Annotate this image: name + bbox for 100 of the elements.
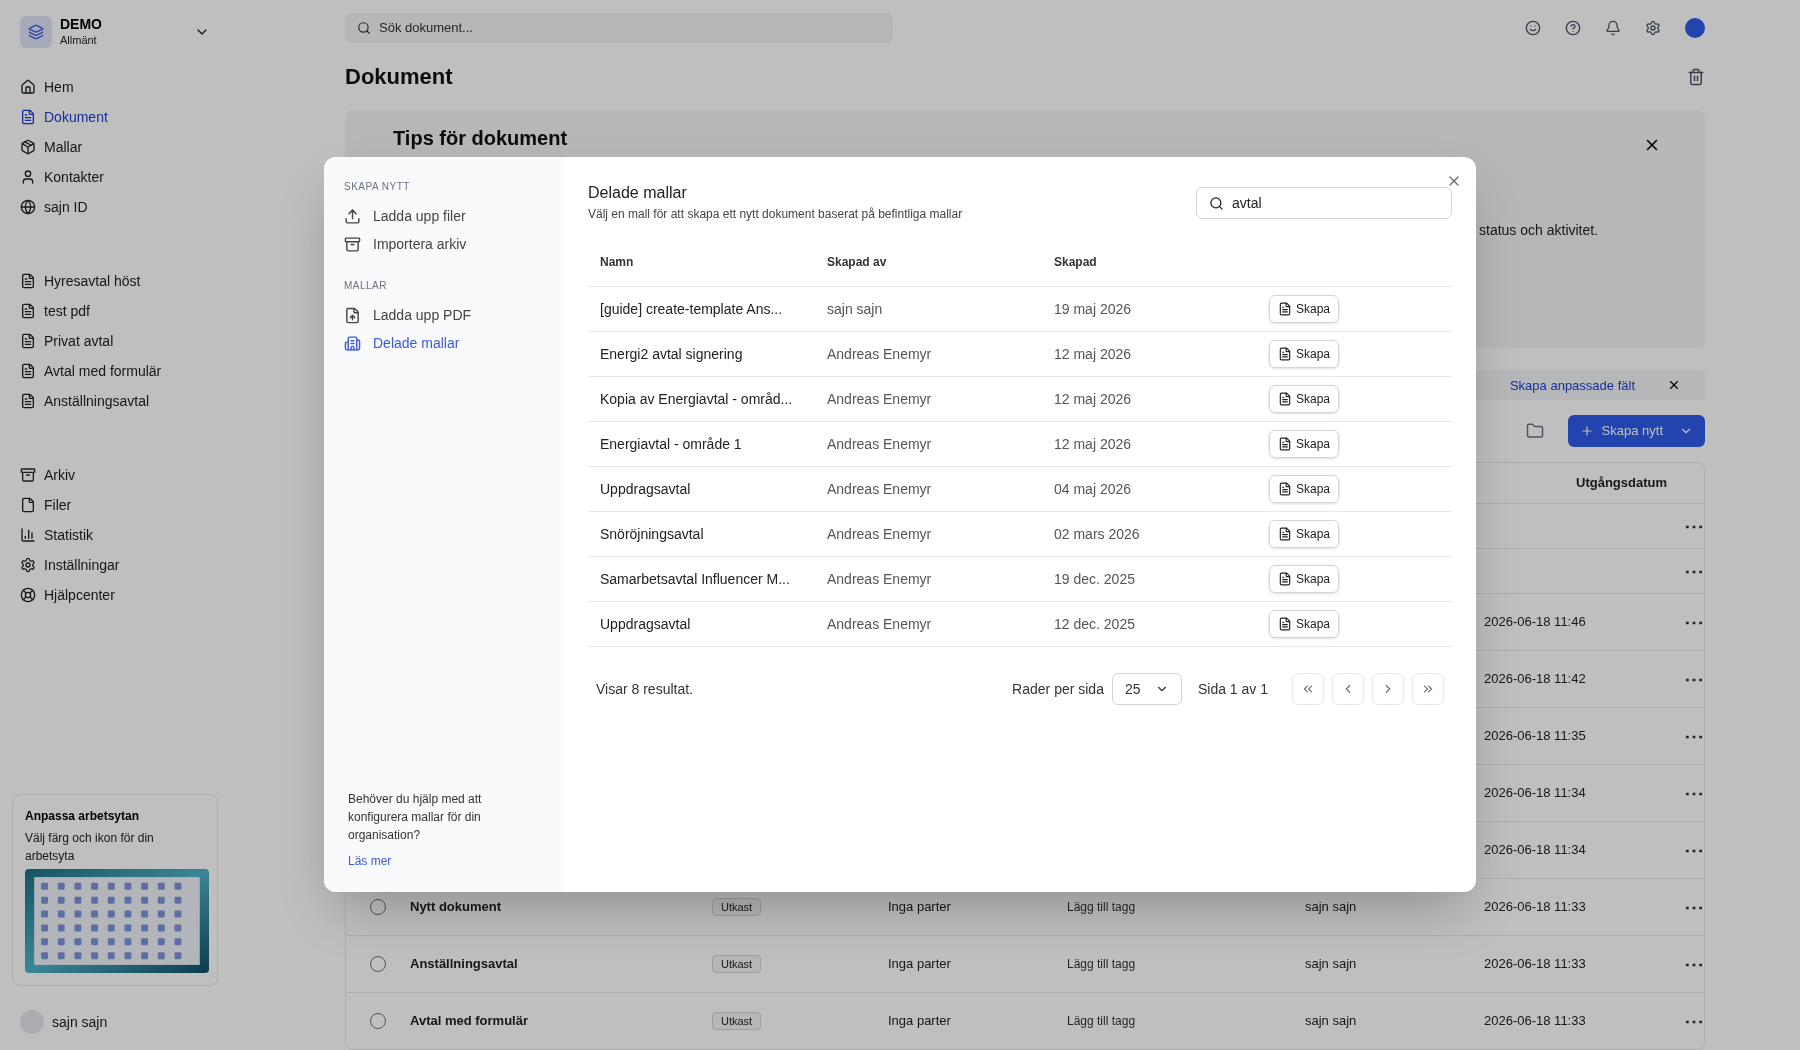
- create-button[interactable]: Skapa: [1269, 340, 1340, 368]
- trash-icon[interactable]: [1687, 67, 1705, 86]
- sidebar-item[interactable]: Mallar: [20, 132, 210, 162]
- workspace-name: DEMO: [60, 16, 102, 34]
- sidebar-item[interactable]: Kontakter: [20, 162, 210, 192]
- document-icon: [20, 273, 36, 289]
- upload-icon: [344, 207, 361, 225]
- sidebar-item[interactable]: Privat avtal: [20, 326, 210, 356]
- row-menu[interactable]: ⋯: [1684, 612, 1704, 632]
- help-text: Behöver du hjälp med att konfigurera mallar för din organisation?: [347, 791, 483, 844]
- search-field[interactable]: Sök dokument...: [345, 12, 893, 43]
- sidebar-item[interactable]: Filer: [20, 490, 210, 520]
- custom-fields-link[interactable]: Skapa anpassade fält: [1509, 375, 1635, 396]
- page-indicator: Sida 1 av 1: [1197, 679, 1268, 699]
- create-button[interactable]: Skapa: [1269, 295, 1340, 323]
- document-icon: [1278, 527, 1292, 541]
- tags-text: Lägg till tagg: [1067, 957, 1136, 972]
- creator-text: Andreas Enemyr: [826, 614, 933, 634]
- tags-text: Lägg till tagg: [1067, 1014, 1136, 1029]
- create-button[interactable]: Skapa: [1269, 520, 1340, 548]
- avatar[interactable]: [1685, 17, 1705, 38]
- create-button[interactable]: Skapa: [1269, 430, 1340, 458]
- sidebar-item[interactable]: test pdf: [20, 296, 210, 326]
- sidebar-item[interactable]: Anställningsavtal: [20, 386, 210, 416]
- row-menu[interactable]: ⋯: [1684, 783, 1704, 803]
- create-new-button[interactable]: Skapa nytt: [1567, 415, 1705, 448]
- settings-icon: [20, 557, 36, 573]
- creator-text: Andreas Enemyr: [826, 569, 933, 589]
- user-name[interactable]: sajn sajn: [52, 1011, 108, 1033]
- sidebar-item[interactable]: sajn ID: [20, 192, 210, 222]
- smiley-icon[interactable]: [1525, 19, 1541, 36]
- date-text: 2026-06-18 11:34: [1484, 785, 1586, 801]
- search-icon: [357, 20, 371, 35]
- template-name: Snöröjningsavtal: [599, 524, 705, 544]
- settings-icon[interactable]: [1645, 19, 1661, 36]
- creator-text: sajn sajn: [1305, 956, 1357, 972]
- column-header: Skapad av: [826, 253, 888, 271]
- sidebar-item[interactable]: Statistik: [20, 520, 210, 550]
- date-text: 2026-06-18 11:46: [1484, 614, 1586, 630]
- bar-chart-icon: [20, 527, 36, 543]
- row-menu[interactable]: ⋯: [1684, 726, 1704, 746]
- document-icon: [1278, 347, 1292, 361]
- create-button[interactable]: Skapa: [1269, 565, 1340, 593]
- tags-text: Lägg till tagg: [1067, 900, 1136, 915]
- menu-item[interactable]: Ladda upp PDF: [344, 301, 544, 329]
- rows-per-page-select[interactable]: 25: [1111, 673, 1182, 705]
- row-menu[interactable]: ⋯: [1684, 954, 1704, 974]
- created-date: 02 mars 2026: [1053, 524, 1141, 544]
- document-icon: [1278, 572, 1292, 586]
- plus-icon: [1579, 424, 1594, 439]
- sidebar-item[interactable]: Arkiv: [20, 460, 210, 490]
- creator-text: Andreas Enemyr: [826, 479, 933, 499]
- sidebar-item[interactable]: Hem: [20, 72, 210, 102]
- building-icon: [344, 334, 361, 352]
- last-page-button[interactable]: [1412, 673, 1444, 705]
- sidebar-item[interactable]: Hjälpcenter: [20, 580, 210, 610]
- workspace-subtitle: Allmänt: [60, 33, 98, 48]
- sidebar-item[interactable]: Dokument: [20, 102, 210, 132]
- row-menu[interactable]: ⋯: [1684, 897, 1704, 917]
- double-chevron-icon: [1301, 682, 1315, 696]
- row-menu[interactable]: ⋯: [1684, 516, 1704, 536]
- template-name: Energi2 avtal signering: [599, 344, 744, 364]
- dialog-subtitle: Välj en mall för att skapa ett nytt dokument baserat på befintliga mallar: [588, 206, 963, 223]
- template-name: [guide] create-template Ans...: [599, 299, 784, 319]
- search-icon: [1209, 195, 1224, 211]
- sidebar-item[interactable]: Hyresavtal höst: [20, 266, 210, 296]
- status-badge: Utkast: [712, 955, 762, 974]
- document-name: Avtal med formulär: [410, 1013, 528, 1029]
- row-menu[interactable]: ⋯: [1684, 669, 1704, 689]
- template-name: Uppdragsavtal: [599, 479, 692, 499]
- first-page-button[interactable]: [1292, 673, 1324, 705]
- menu-item[interactable]: Delade mallar: [344, 329, 544, 357]
- row-menu[interactable]: ⋯: [1684, 561, 1704, 581]
- menu-item[interactable]: Importera arkiv: [344, 230, 544, 258]
- tips-text: status och aktivitet.: [1479, 220, 1599, 240]
- menu-item[interactable]: Ladda upp filer: [344, 202, 544, 230]
- template-name: Kopia av Energiavtal - områd...: [599, 389, 794, 409]
- row-menu[interactable]: ⋯: [1684, 1011, 1704, 1031]
- help-icon[interactable]: [1565, 19, 1581, 36]
- sidebar-item[interactable]: Avtal med formulär: [20, 356, 210, 386]
- double-chevron-icon: [1421, 682, 1435, 696]
- date-text: 2026-06-18 11:35: [1484, 728, 1586, 744]
- search-field[interactable]: avtal: [1196, 187, 1452, 219]
- parties-text: Inga parter: [888, 956, 951, 972]
- column-header: Skapad: [1053, 253, 1098, 271]
- creator-text: Andreas Enemyr: [826, 524, 933, 544]
- create-button[interactable]: Skapa: [1269, 385, 1340, 413]
- sidebar-item[interactable]: Inställningar: [20, 550, 210, 580]
- folder-icon[interactable]: [1525, 422, 1544, 441]
- create-button[interactable]: Skapa: [1269, 610, 1340, 638]
- read-more-link[interactable]: Läs mer: [344, 852, 396, 870]
- bell-icon[interactable]: [1605, 19, 1621, 36]
- lifebuoy-icon: [20, 587, 36, 603]
- row-menu[interactable]: ⋯: [1684, 840, 1704, 860]
- promo-title: Anpassa arbetsytan: [25, 808, 141, 825]
- date-text: 2026-06-18 11:42: [1484, 671, 1586, 687]
- creator-text: sajn sajn: [1305, 899, 1357, 915]
- home-icon: [20, 79, 36, 95]
- create-button[interactable]: Skapa: [1269, 475, 1340, 503]
- date-text: 2026-06-18 11:33: [1484, 899, 1586, 915]
